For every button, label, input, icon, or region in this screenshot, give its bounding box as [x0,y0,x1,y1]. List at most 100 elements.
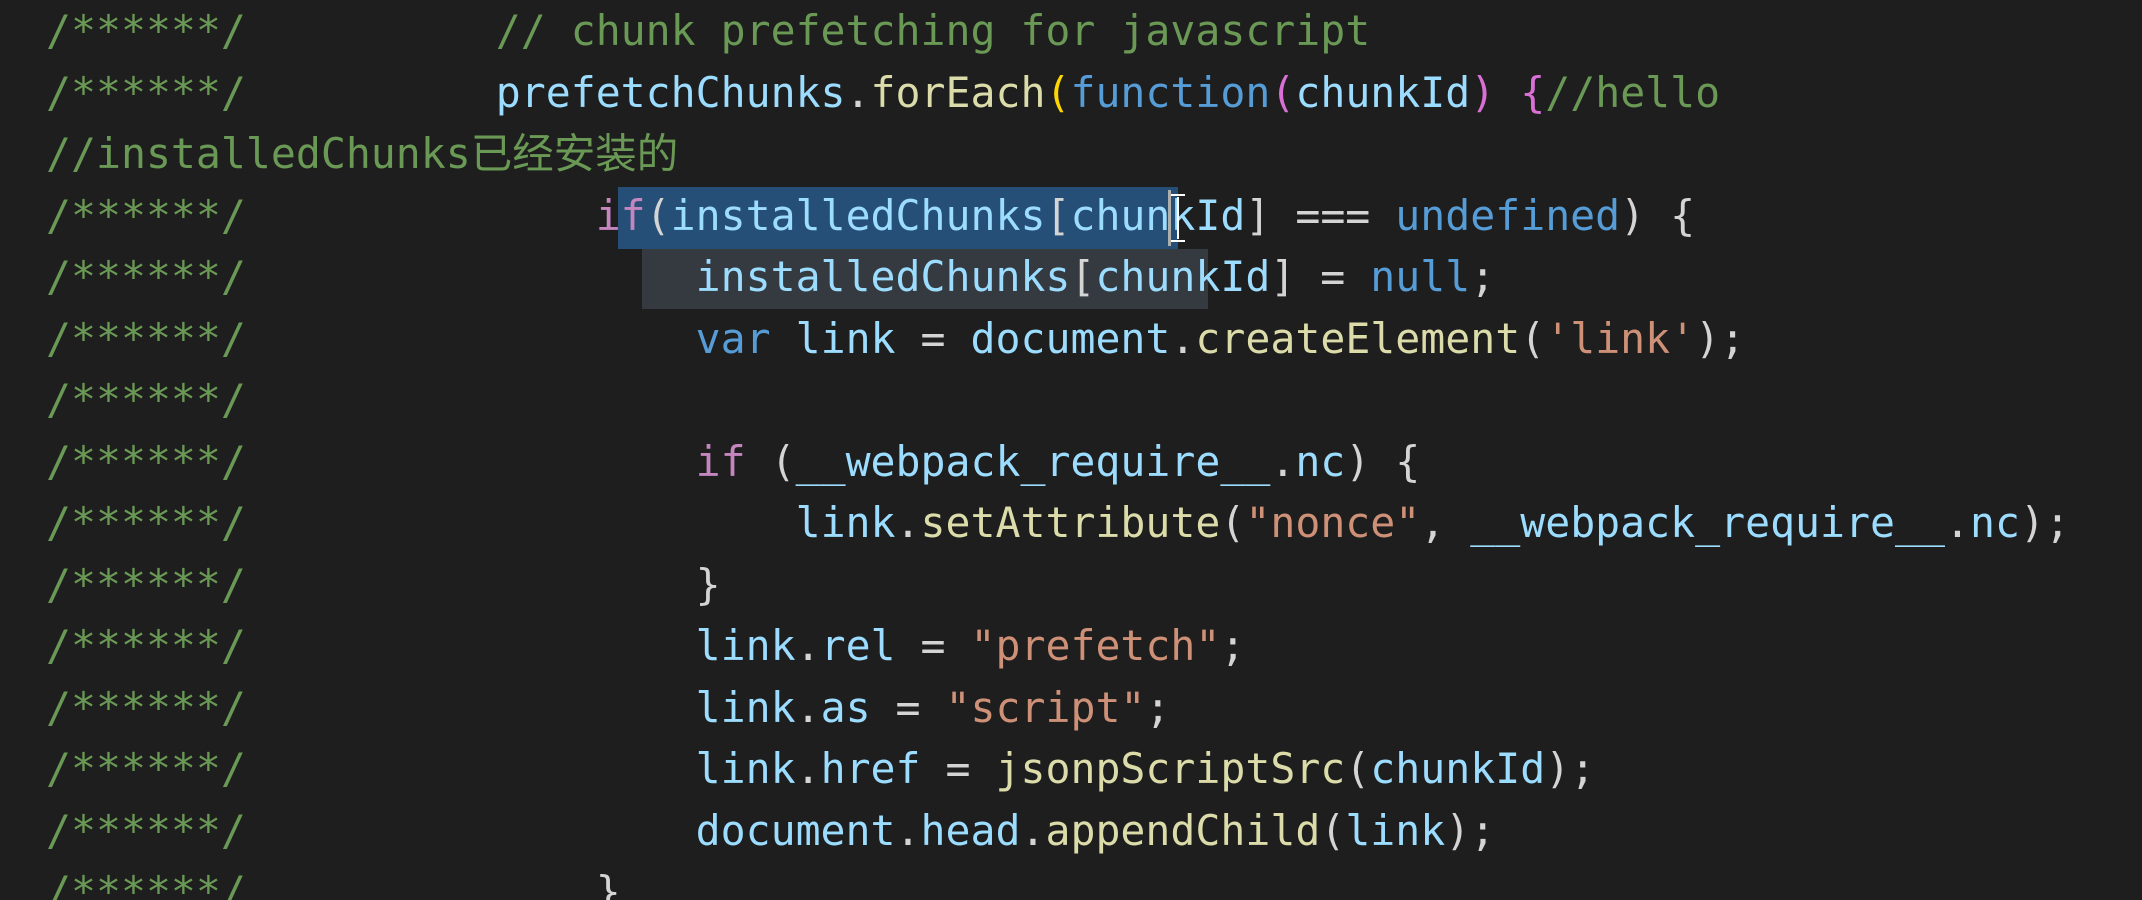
code-line[interactable]: //installedChunks已经安装的 [46,123,678,185]
code-token: setAttribute [920,498,1221,547]
code-line[interactable]: /******/ installedChunks[chunkId] = null… [46,246,1495,308]
code-token: /******/ [46,744,246,793]
code-token: undefined [1395,190,1621,240]
code-token: ); [1695,313,1746,363]
code-token: var [695,313,771,363]
code-token: installedChunks [670,190,1046,240]
code-token: link [695,744,796,793]
code-line[interactable]: /******/ [46,369,246,431]
code-token: null [1370,252,1471,301]
code-token: link [795,313,896,363]
code-token: . [795,682,821,732]
code-token: /******/ [46,313,246,363]
code-token: /******/ [46,67,246,117]
code-token: nc [1969,498,2020,547]
code-token: rel [820,621,896,670]
code-token: [ [1070,252,1096,301]
code-token: // chunk prefetching for javascript [495,6,1371,55]
code-token: ) { [1620,190,1696,240]
code-token: ( [1520,313,1546,363]
code-token: = [895,313,971,363]
code-token: chunkId [1070,190,1246,240]
code-editor[interactable]: /******/ // chunk prefetching for javasc… [0,0,2142,900]
code-token: } [695,559,721,609]
code-token: /******/ [46,867,246,900]
code-line[interactable]: /******/ // chunk prefetching for javasc… [46,0,1370,62]
code-token: /******/ [46,621,246,670]
code-line[interactable]: /******/ link.href = jsonpScriptSrc(chun… [46,738,1595,800]
code-line[interactable]: /******/ } [46,861,621,900]
code-token: /******/ [46,436,246,486]
code-token: document [970,313,1171,363]
code-token: . [845,67,871,117]
code-token: } [595,867,621,900]
code-token: ) [1470,67,1521,117]
code-token: //installedChunks已经安装的 [46,129,679,178]
code-token: /******/ [46,190,246,240]
code-token: installedChunks [695,252,1071,301]
code-line[interactable]: /******/ if (__webpack_require__.nc) { [46,431,1420,493]
code-token: ; [1220,621,1246,670]
code-token: ); [1445,805,1496,855]
code-token: /******/ [46,375,246,424]
code-token: . [895,498,921,547]
code-line[interactable]: /******/ link.rel = "prefetch"; [46,615,1245,677]
code-token: ); [1545,744,1596,793]
code-token: . [795,744,821,793]
code-token: 'link' [1545,313,1696,363]
code-token: ) { [1345,436,1421,486]
code-line[interactable]: /******/ link.as = "script"; [46,677,1170,739]
code-token: "nonce" [1245,498,1421,547]
code-line[interactable]: /******/ link.setAttribute("nonce", __we… [46,492,2070,554]
code-token: document [695,805,896,855]
code-line[interactable]: /******/ if(installedChunks[chunkId] ===… [46,185,1695,247]
code-token: if [695,436,746,486]
code-token: ( [1220,498,1246,547]
code-token: ( [1320,805,1346,855]
code-line[interactable]: /******/ var link = document.createEleme… [46,308,1745,370]
code-token: /******/ [46,682,246,732]
code-token: /******/ [46,559,246,609]
code-token: . [1270,436,1296,486]
code-token: createElement [1195,313,1521,363]
code-token: = [870,682,946,732]
code-line[interactable]: /******/ } [46,554,721,616]
code-token: link [695,621,796,670]
code-token: . [1020,805,1046,855]
code-token: /******/ [46,498,246,547]
code-token: as [820,682,871,732]
code-token: prefetchChunks [495,67,846,117]
code-token: , [1420,498,1471,547]
code-line[interactable]: /******/ document.head.appendChild(link)… [46,800,1495,862]
code-token: chunkId [1370,744,1546,793]
code-token: ] = [1270,252,1371,301]
code-token: . [1170,313,1196,363]
code-token: chunkId [1295,67,1471,117]
code-line[interactable]: /******/ prefetchChunks.forEach(function… [46,62,1720,124]
code-token: function [1070,67,1271,117]
code-token: { [1520,67,1546,117]
code-token: __webpack_require__ [795,436,1271,486]
code-token: . [1944,498,1970,547]
code-token: = [920,744,996,793]
code-token: link [795,498,896,547]
code-token: appendChild [1045,805,1321,855]
code-token: ( [745,436,796,486]
code-token: . [795,621,821,670]
code-token: /******/ [46,805,246,855]
code-token: . [895,805,921,855]
code-token: link [1345,805,1446,855]
code-token: /******/ [46,6,246,55]
code-token: ); [2019,498,2070,547]
code-token: [ [1045,190,1071,240]
code-token: "script" [945,682,1146,732]
